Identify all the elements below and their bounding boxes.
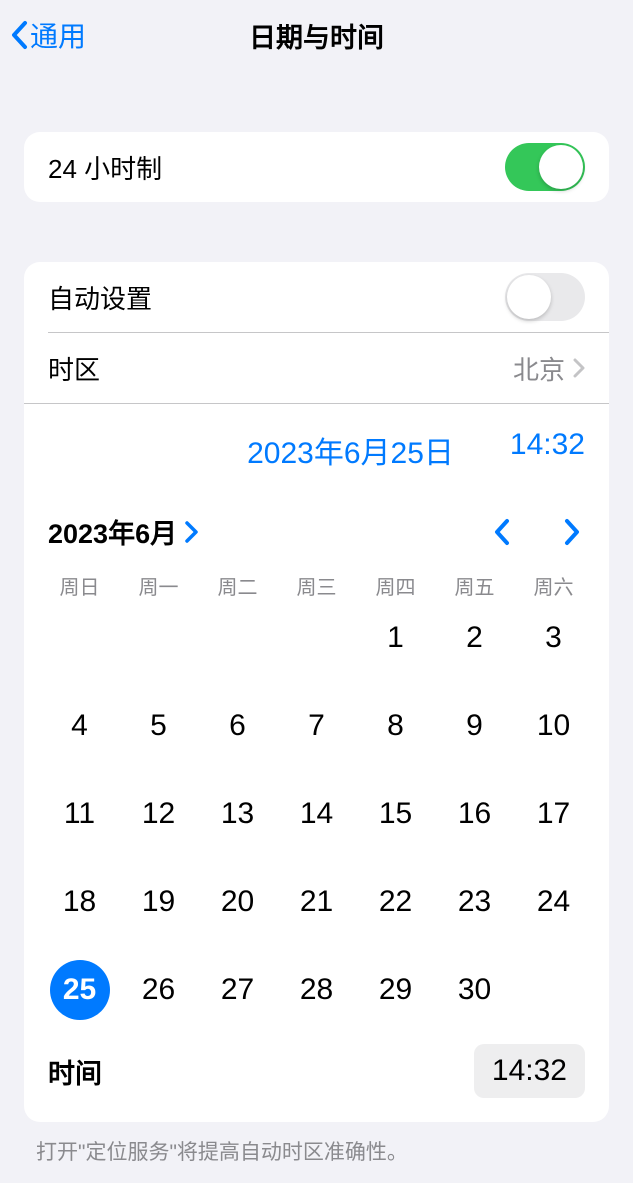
calendar-day[interactable]: 16	[435, 784, 514, 844]
auto-set-label: 自动设置	[48, 279, 152, 316]
calendar-day[interactable]: 19	[119, 872, 198, 932]
calendar-empty-cell	[198, 608, 277, 668]
calendar-day[interactable]: 10	[514, 696, 593, 756]
weekday-label: 周六	[514, 571, 593, 600]
weekday-label: 周五	[435, 571, 514, 600]
chevron-right-icon	[573, 358, 585, 378]
timezone-value: 北京	[513, 350, 565, 387]
calendar-day[interactable]: 13	[198, 784, 277, 844]
calendar-day[interactable]: 27	[198, 960, 277, 1020]
next-month-button[interactable]	[559, 513, 585, 551]
timezone-label: 时区	[48, 350, 100, 387]
calendar-empty-cell	[40, 608, 119, 668]
weekday-header: 周日周一周二周三周四周五周六	[24, 559, 609, 604]
calendar-grid: 1234567891011121314151617181920212223242…	[24, 604, 609, 1036]
calendar-day[interactable]: 3	[514, 608, 593, 668]
toggle-knob	[539, 145, 583, 189]
toggle-knob	[507, 275, 551, 319]
calendar-day[interactable]: 24	[514, 872, 593, 932]
timezone-row[interactable]: 时区 北京	[24, 333, 609, 403]
weekday-label: 周一	[119, 571, 198, 600]
calendar-day[interactable]: 5	[119, 696, 198, 756]
page-title: 日期与时间	[249, 16, 384, 55]
month-nav: 2023年6月	[24, 488, 609, 559]
hour24-label: 24 小时制	[48, 149, 162, 186]
settings-group-2: 自动设置 时区 北京 2023年6月25日 14:32 2023年6月	[24, 262, 609, 1122]
prev-month-button[interactable]	[489, 513, 515, 551]
chevron-left-icon	[10, 20, 28, 50]
settings-group-1: 24 小时制	[24, 132, 609, 202]
calendar-day[interactable]: 30	[435, 960, 514, 1020]
month-title-label: 2023年6月	[48, 512, 177, 551]
calendar-day[interactable]: 25	[40, 960, 119, 1020]
calendar-day[interactable]: 11	[40, 784, 119, 844]
calendar-day[interactable]: 17	[514, 784, 593, 844]
calendar-day[interactable]: 6	[198, 696, 277, 756]
selected-time-button[interactable]: 14:32	[510, 428, 585, 472]
calendar-day[interactable]: 21	[277, 872, 356, 932]
back-label: 通用	[30, 15, 86, 55]
calendar-day[interactable]: 9	[435, 696, 514, 756]
calendar-day[interactable]: 15	[356, 784, 435, 844]
calendar-day[interactable]: 18	[40, 872, 119, 932]
calendar-day[interactable]: 29	[356, 960, 435, 1020]
hour24-row: 24 小时制	[24, 132, 609, 202]
auto-set-row: 自动设置	[24, 262, 609, 332]
calendar-day[interactable]: 2	[435, 608, 514, 668]
calendar-day[interactable]: 1	[356, 608, 435, 668]
weekday-label: 周四	[356, 571, 435, 600]
weekday-label: 周三	[277, 571, 356, 600]
calendar-day[interactable]: 28	[277, 960, 356, 1020]
calendar-day[interactable]: 23	[435, 872, 514, 932]
calendar-day[interactable]: 4	[40, 696, 119, 756]
calendar-day[interactable]: 22	[356, 872, 435, 932]
weekday-label: 周二	[198, 571, 277, 600]
timezone-value-wrap: 北京	[513, 350, 585, 387]
auto-set-toggle[interactable]	[505, 273, 585, 321]
selected-date-time-row: 2023年6月25日 14:32	[24, 404, 609, 488]
calendar-empty-cell	[119, 608, 198, 668]
time-picker-button[interactable]: 14:32	[474, 1044, 585, 1098]
calendar-day[interactable]: 7	[277, 696, 356, 756]
hour24-toggle[interactable]	[505, 143, 585, 191]
month-picker-button[interactable]: 2023年6月	[48, 512, 198, 551]
time-label: 时间	[48, 1052, 102, 1091]
calendar-day[interactable]: 14	[277, 784, 356, 844]
calendar-empty-cell	[277, 608, 356, 668]
chevron-right-icon	[185, 521, 198, 543]
calendar-day[interactable]: 12	[119, 784, 198, 844]
weekday-label: 周日	[40, 571, 119, 600]
calendar-day[interactable]: 20	[198, 872, 277, 932]
time-row: 时间 14:32	[24, 1036, 609, 1122]
calendar-day[interactable]: 8	[356, 696, 435, 756]
calendar-day[interactable]: 26	[119, 960, 198, 1020]
selected-date-button[interactable]: 2023年6月25日	[247, 428, 454, 472]
navigation-bar: 通用 日期与时间	[0, 0, 633, 70]
month-nav-arrows	[489, 513, 585, 551]
footer-note: 打开"定位服务"将提高自动时区准确性。	[0, 1122, 633, 1166]
back-button[interactable]: 通用	[0, 15, 86, 55]
